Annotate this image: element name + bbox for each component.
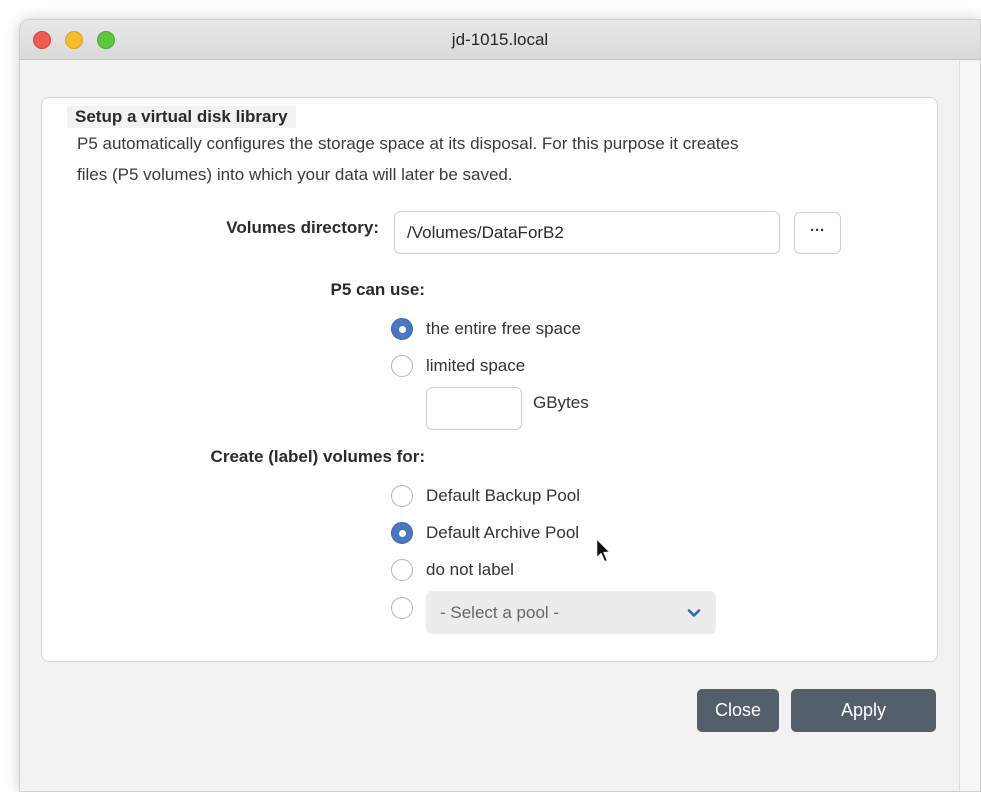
apply-button[interactable]: Apply [791, 689, 936, 732]
radio-label: Default Archive Pool [426, 523, 580, 542]
gbytes-unit-label: GBytes [533, 393, 589, 412]
volumes-directory-label: Volumes directory: [226, 218, 379, 237]
pool-select-placeholder: - Select a pool - [440, 602, 560, 622]
radio-label: Default Backup Pool [426, 486, 581, 505]
close-button[interactable]: Close [697, 689, 779, 732]
window-title: jd-1015.local [451, 30, 549, 49]
group-legend: Setup a virtual disk library [67, 106, 296, 128]
create-volumes-label: Create (label) volumes for: [210, 447, 425, 466]
intro-line-1: P5 automatically configures the storage … [77, 134, 739, 153]
radio-button[interactable] [391, 597, 413, 619]
radio-default-backup-pool[interactable]: Default Backup Pool [391, 483, 580, 509]
intro-line-2: files (P5 volumes) into which your data … [77, 165, 513, 184]
radio-button[interactable] [391, 559, 413, 581]
radio-label: the entire free space [426, 319, 581, 338]
radio-entire-free-space[interactable]: the entire free space [391, 316, 581, 342]
chevron-down-icon [687, 608, 701, 617]
p5-can-use-label: P5 can use: [330, 280, 426, 299]
radio-default-archive-pool[interactable]: Default Archive Pool [391, 520, 579, 546]
radio-button[interactable] [391, 485, 413, 507]
dialog-window: jd-1015.local Setup a virtual disk libra… [19, 19, 981, 792]
pool-select-dropdown[interactable]: - Select a pool - [426, 591, 716, 634]
radio-button-checked[interactable] [391, 522, 413, 544]
radio-button-checked[interactable] [391, 318, 413, 340]
intro-text: P5 automatically configures the storage … [77, 128, 907, 190]
radio-label: do not label [426, 560, 514, 579]
radio-do-not-label[interactable]: do not label [391, 557, 514, 583]
browse-directory-button[interactable]: ··· [794, 212, 841, 254]
radio-custom-pool[interactable] [391, 595, 413, 621]
title-bar[interactable]: jd-1015.local [20, 20, 980, 60]
mouse-pointer-icon [595, 537, 611, 563]
volumes-directory-input[interactable] [394, 211, 780, 254]
radio-label: limited space [426, 356, 526, 375]
window-side-rail [959, 61, 980, 791]
radio-limited-space[interactable]: limited space [391, 353, 525, 379]
space-limit-input[interactable] [426, 387, 522, 430]
radio-button[interactable] [391, 355, 413, 377]
